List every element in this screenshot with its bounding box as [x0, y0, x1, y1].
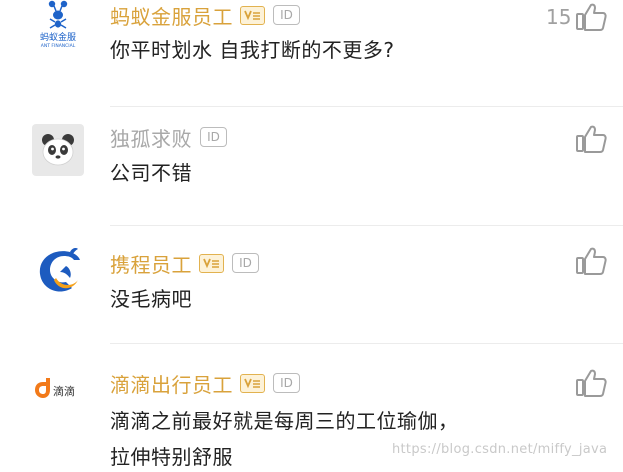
thumbs-up-icon	[576, 3, 608, 31]
watermark: https://blog.csdn.net/miffy_java	[392, 442, 608, 457]
comment-text: 没毛病吧	[110, 281, 192, 317]
verified-employee-badge-icon	[199, 253, 224, 273]
divider	[110, 106, 623, 107]
like-button[interactable]	[575, 368, 607, 398]
didi-logo-icon: 滴滴	[35, 378, 75, 398]
comment-line: 滴滴之前最好就是每周三的工位瑜伽，	[110, 409, 459, 433]
avatar[interactable]	[32, 124, 84, 176]
thumbs-up-icon	[576, 369, 607, 397]
like-button[interactable]: 15	[546, 2, 608, 32]
comment-line: 公司不错	[110, 161, 192, 185]
author-name[interactable]: 滴滴出行员工	[110, 369, 233, 398]
verified-employee-badge-icon	[240, 373, 265, 393]
comment-text: 你平时划水 自我打断的不更多?	[110, 32, 394, 68]
id-badge: ID	[273, 373, 300, 393]
avatar[interactable]: 蚂蚁金服 ANT FINANCIAL	[32, 0, 84, 50]
verified-employee-badge-icon	[240, 5, 265, 25]
like-button[interactable]	[575, 246, 607, 276]
avatar[interactable]: 滴滴	[32, 368, 90, 420]
thumbs-up-icon	[576, 247, 607, 275]
comment-line: 你平时划水 自我打断的不更多?	[110, 38, 395, 62]
logo-subtext: ANT FINANCIAL	[41, 43, 76, 49]
divider	[110, 343, 623, 344]
author-name[interactable]: 蚂蚁金服员工	[110, 1, 233, 30]
author-name[interactable]: 独孤求败	[110, 123, 192, 152]
panda-avatar-icon	[42, 134, 74, 166]
divider	[110, 225, 623, 226]
ctrip-dolphin-logo-icon	[39, 248, 80, 292]
like-button[interactable]	[575, 124, 607, 154]
avatar[interactable]	[32, 244, 84, 296]
thumbs-up-icon	[576, 125, 607, 153]
author-row: 滴滴出行员工 ID	[110, 368, 300, 398]
comment-text: 滴滴之前最好就是每周三的工位瑜伽， 拉伸特别舒服	[110, 403, 459, 472]
author-row: 携程员工 ID	[110, 248, 259, 278]
author-row: 独孤求败 ID	[110, 122, 227, 152]
author-row: 蚂蚁金服员工 ID	[110, 0, 300, 30]
logo-text: 滴滴	[53, 384, 75, 398]
id-badge: ID	[200, 127, 227, 147]
id-badge: ID	[232, 253, 259, 273]
logo-text: 蚂蚁金服	[40, 31, 76, 43]
like-count: 15	[546, 5, 572, 29]
comment-line: 没毛病吧	[110, 287, 192, 311]
author-name[interactable]: 携程员工	[110, 249, 192, 278]
comment-text: 公司不错	[110, 155, 192, 191]
ant-financial-logo-icon: 蚂蚁金服 ANT FINANCIAL	[40, 0, 76, 49]
id-badge: ID	[273, 5, 300, 25]
